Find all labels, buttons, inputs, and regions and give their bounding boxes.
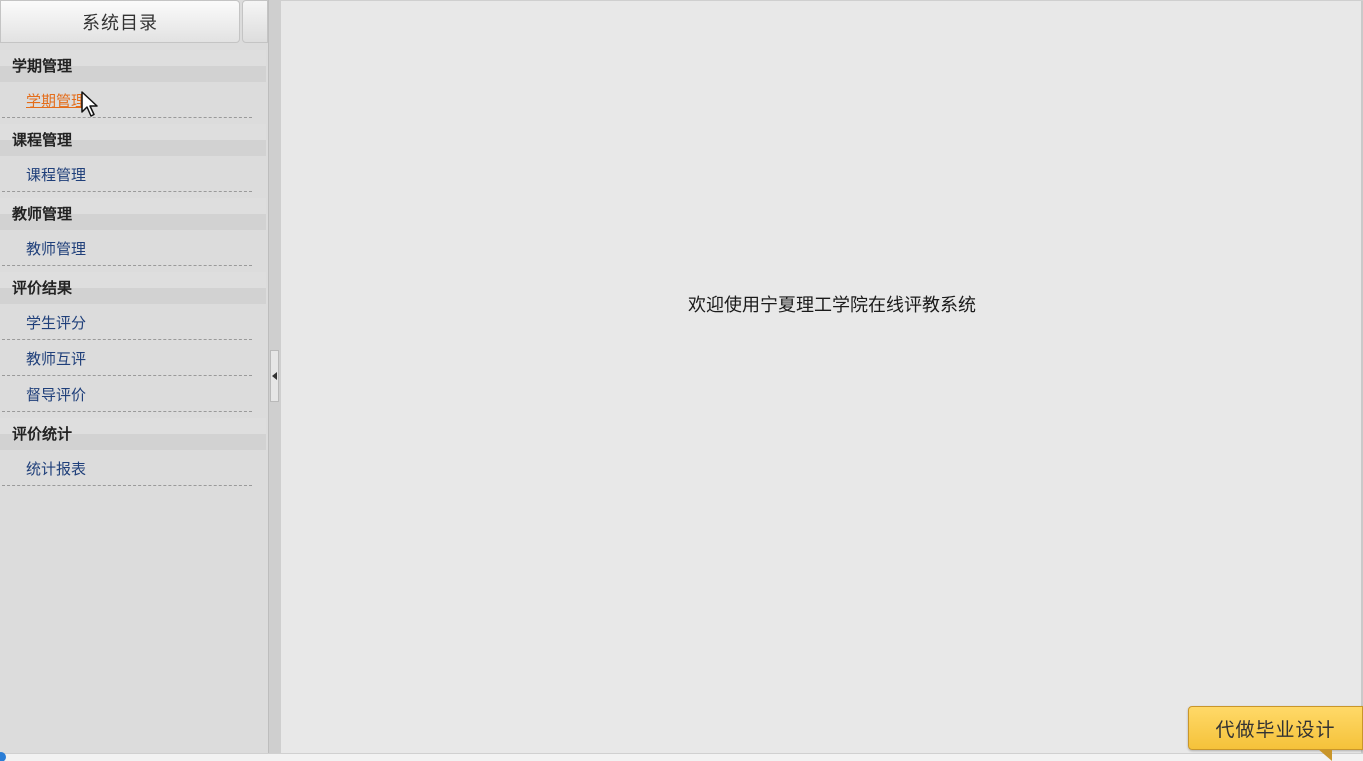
bottom-status-strip: [0, 753, 1363, 761]
menu-item-student-scores[interactable]: 学生评分: [2, 304, 252, 340]
group-header-teacher[interactable]: 教师管理: [0, 198, 266, 230]
ad-badge-label[interactable]: 代做毕业设计: [1215, 715, 1335, 742]
welcome-message: 欢迎使用宁夏理工学院在线评教系统: [688, 295, 976, 316]
menu-item-label[interactable]: 学生评分: [26, 314, 86, 332]
mouse-pointer-icon: [81, 91, 98, 117]
menu-item-supervisor-review[interactable]: 督导评价: [2, 376, 252, 412]
menu-item-term-management[interactable]: 学期管理: [2, 82, 252, 118]
app-window: 系统目录 学期管理 学期管理 课程管理 课程管理 教师管理 教师管理 评价结果 …: [0, 0, 1363, 761]
main-content: 欢迎使用宁夏理工学院在线评教系统: [281, 0, 1363, 754]
menu-item-label[interactable]: 教师互评: [26, 350, 86, 368]
sidebar-header: 系统目录: [0, 0, 240, 43]
sidebar-header-tab[interactable]: [242, 0, 268, 43]
menu-item-label[interactable]: 统计报表: [26, 460, 86, 478]
menu-item-label[interactable]: 学期管理: [26, 92, 86, 110]
group-header-evaluation-statistics[interactable]: 评价统计: [0, 418, 266, 450]
menu-item-statistics-report[interactable]: 统计报表: [2, 450, 252, 486]
status-dot-icon: [0, 752, 6, 761]
collapse-sidebar-button[interactable]: [270, 350, 279, 402]
ad-badge-tail: [1318, 749, 1332, 761]
sidebar: 系统目录 学期管理 学期管理 课程管理 课程管理 教师管理 教师管理 评价结果 …: [0, 0, 268, 753]
group-header-term[interactable]: 学期管理: [0, 50, 266, 82]
menu-item-label[interactable]: 督导评价: [26, 386, 86, 404]
menu-item-label[interactable]: 课程管理: [26, 166, 86, 184]
menu-item-course-management[interactable]: 课程管理: [2, 156, 252, 192]
group-header-course[interactable]: 课程管理: [0, 124, 266, 156]
group-header-evaluation-results[interactable]: 评价结果: [0, 272, 266, 304]
sidebar-splitter[interactable]: [268, 0, 281, 753]
sidebar-title: 系统目录: [82, 12, 158, 34]
menu-item-teacher-management[interactable]: 教师管理: [2, 230, 252, 266]
menu-item-peer-review[interactable]: 教师互评: [2, 340, 252, 376]
menu-item-label[interactable]: 教师管理: [26, 240, 86, 258]
collapse-left-arrow-icon: [271, 372, 277, 380]
ad-badge[interactable]: 代做毕业设计: [1188, 706, 1363, 750]
sidebar-menu: 学期管理 学期管理 课程管理 课程管理 教师管理 教师管理 评价结果 学生评分 …: [0, 50, 268, 486]
